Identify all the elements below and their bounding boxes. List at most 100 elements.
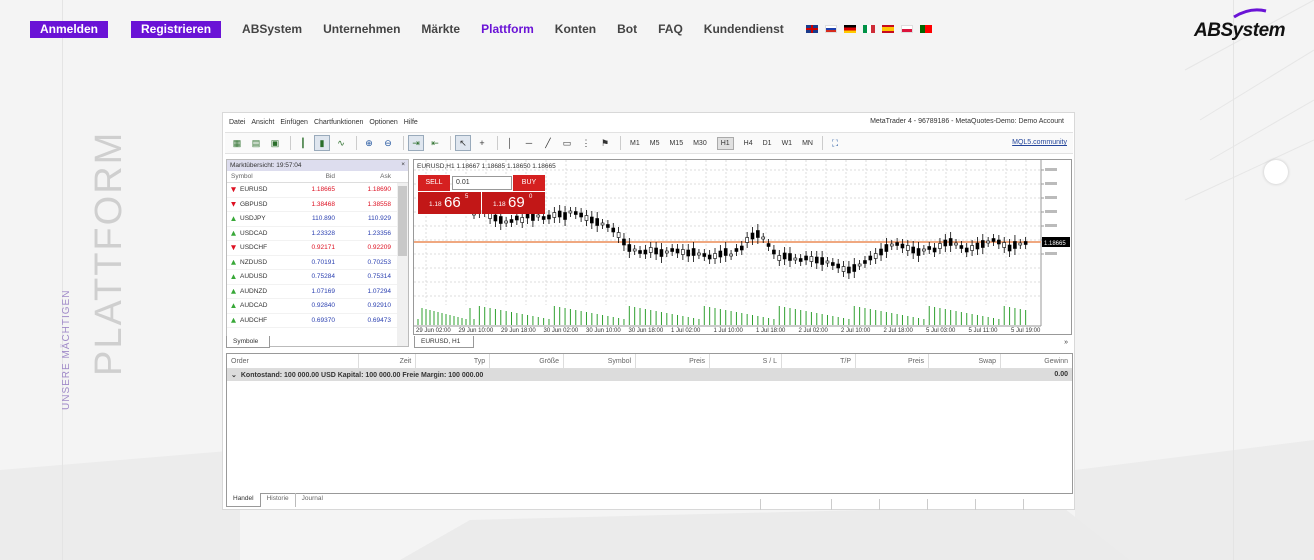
menu-hilfe[interactable]: Hilfe <box>404 119 418 126</box>
zoom-out-icon[interactable]: ⊖ <box>380 135 396 151</box>
tf-h4[interactable]: H4 <box>744 140 753 147</box>
candle-body <box>547 214 551 220</box>
menu-ansicht[interactable]: Ansicht <box>251 119 274 126</box>
candlestick-icon[interactable]: ▮ <box>314 135 330 151</box>
spanish-flag-icon[interactable] <box>881 25 894 33</box>
candle-body <box>702 253 707 257</box>
balance-row[interactable]: ⌄ Kontostand: 100 000.00 USD Kapital: 10… <box>227 369 1072 381</box>
nav-link-konten[interactable]: Konten <box>555 22 596 36</box>
line-chart-icon[interactable]: ∿ <box>333 135 349 151</box>
price-tick-label <box>1045 168 1057 171</box>
tf-m5[interactable]: M5 <box>650 140 660 147</box>
nav-link-kundendienst[interactable]: Kundendienst <box>704 22 784 36</box>
tab-eurusd-h1[interactable]: EURUSD, H1 <box>414 336 474 348</box>
col-order[interactable]: Order <box>227 353 360 369</box>
expand-icon[interactable]: » <box>1064 339 1068 346</box>
scrollbar-thumb[interactable] <box>398 186 407 256</box>
time-axis-label: 29 Jun 10:00 <box>459 328 494 334</box>
price-chart[interactable]: 1.18665 29 Jun 02:00 29 Jun 10:00 29 Jun 18… <box>413 159 1072 335</box>
market-watch-row[interactable]: USDCAD 1.23328 1.23356 <box>227 227 408 241</box>
menu-einfuegen[interactable]: Einfügen <box>280 119 308 126</box>
col-gewinn[interactable]: Gewinn <box>1001 354 1072 369</box>
close-icon[interactable]: × <box>401 161 405 168</box>
market-watch-row[interactable]: USDCHF 0.92171 0.92209 <box>227 241 408 256</box>
col-symbol[interactable]: Symbol <box>227 173 283 180</box>
col-symbol[interactable]: Symbol <box>564 353 637 369</box>
market-watch-row[interactable]: USDJPY 110.890 110.929 <box>227 212 408 227</box>
col-ask[interactable]: Ask <box>339 173 395 180</box>
market-watch-icon[interactable]: ▣ <box>267 135 283 151</box>
tf-d1[interactable]: D1 <box>763 140 772 147</box>
market-watch-row[interactable]: EURUSD 1.18665 1.18690 <box>227 183 408 198</box>
tf-m1[interactable]: M1 <box>630 140 640 147</box>
nav-link-bot[interactable]: Bot <box>617 22 637 36</box>
col-groesse[interactable]: Größe <box>490 353 565 369</box>
vertical-line-icon[interactable]: │ <box>502 135 518 151</box>
register-button[interactable]: Registrieren <box>131 20 222 38</box>
fibonacci-icon[interactable]: ⋮ <box>578 135 594 151</box>
nav-link-faq[interactable]: FAQ <box>658 22 683 36</box>
col-preis[interactable]: Preis <box>636 353 711 369</box>
tf-w1[interactable]: W1 <box>782 140 793 147</box>
col-sl[interactable]: S / L <box>710 353 783 369</box>
russian-flag-icon[interactable] <box>824 25 837 33</box>
col-swap[interactable]: Swap <box>929 353 1001 369</box>
symbol-name: AUDCAD <box>240 302 268 310</box>
fullscreen-icon[interactable]: ⛶ <box>827 135 843 151</box>
polish-flag-icon[interactable] <box>900 25 913 33</box>
tf-m30[interactable]: M30 <box>693 140 707 147</box>
market-watch-row[interactable]: AUDCHF 0.69370 0.69473 <box>227 314 408 328</box>
english-flag-icon[interactable] <box>805 25 818 33</box>
market-watch-row[interactable]: AUDUSD 0.75284 0.75314 <box>227 270 408 285</box>
nav-link-absystem[interactable]: ABSystem <box>242 22 302 36</box>
ask-cell: 110.929 <box>367 215 391 223</box>
buy-price-box[interactable]: 1.18 69 0 <box>482 192 545 214</box>
absystem-logo[interactable]: ABSystem <box>1192 8 1292 41</box>
menu-chartfunktionen[interactable]: Chartfunktionen <box>314 119 363 126</box>
lot-size-input[interactable]: 0.01 <box>452 176 512 190</box>
arrows-icon[interactable]: ⚑ <box>597 135 613 151</box>
login-button[interactable]: Anmelden <box>30 20 109 38</box>
sell-button[interactable]: SELL <box>418 175 450 191</box>
market-watch-row[interactable]: NZDUSD 0.70191 0.70253 <box>227 256 408 270</box>
sell-price-box[interactable]: 1.18 66 5 <box>418 192 481 214</box>
col-tp[interactable]: T/P <box>782 353 856 369</box>
nav-link-unternehmen[interactable]: Unternehmen <box>323 22 400 36</box>
col-typ[interactable]: Typ <box>416 353 491 369</box>
tab-journal[interactable]: Journal <box>294 493 329 507</box>
new-chart-icon[interactable]: ▦ <box>229 135 245 151</box>
zoom-in-icon[interactable]: ⊕ <box>361 135 377 151</box>
tab-historie[interactable]: Historie <box>261 493 295 507</box>
buy-button[interactable]: BUY <box>513 175 545 191</box>
german-flag-icon[interactable] <box>843 25 856 33</box>
trendline-icon[interactable]: ╱ <box>540 135 556 151</box>
market-watch-row[interactable]: AUDCAD 0.92840 0.92910 <box>227 299 408 314</box>
menu-datei[interactable]: Datei <box>229 119 245 126</box>
col-zeit[interactable]: Zeit <box>359 353 417 369</box>
scroll-indicator[interactable] <box>1264 160 1288 184</box>
candle-body <box>573 211 578 215</box>
bar-chart-icon[interactable]: ┃ <box>295 135 311 151</box>
col-bid[interactable]: Bid <box>283 173 339 180</box>
cursor-icon[interactable]: ↖ <box>455 135 471 151</box>
tf-h1[interactable]: H1 <box>716 136 734 150</box>
autoscroll-icon[interactable]: ⇥ <box>408 135 424 151</box>
tab-symbole[interactable]: Symbole <box>226 336 270 348</box>
tab-handel[interactable]: Handel <box>226 493 261 507</box>
profiles-icon[interactable]: ▤ <box>248 135 264 151</box>
market-watch-row[interactable]: GBPUSD 1.38468 1.38558 <box>227 198 408 212</box>
chart-shift-icon[interactable]: ⇤ <box>427 135 443 151</box>
tf-mn[interactable]: MN <box>802 140 813 147</box>
mql5-community-link[interactable]: MQL5.community <box>1012 139 1067 146</box>
tf-m15[interactable]: M15 <box>669 140 683 147</box>
horizontal-line-icon[interactable]: ─ <box>521 135 537 151</box>
portuguese-flag-icon[interactable] <box>919 25 932 33</box>
crosshair-icon[interactable]: + <box>474 135 490 151</box>
italian-flag-icon[interactable] <box>862 25 875 33</box>
nav-link-maerkte[interactable]: Märkte <box>421 22 460 36</box>
text-label-icon[interactable]: ▭ <box>559 135 575 151</box>
col-preis-current[interactable]: Preis <box>856 353 929 369</box>
nav-link-plattform[interactable]: Plattform <box>481 22 534 36</box>
market-watch-row[interactable]: AUDNZD 1.07169 1.07294 <box>227 285 408 299</box>
menu-optionen[interactable]: Optionen <box>369 119 397 126</box>
